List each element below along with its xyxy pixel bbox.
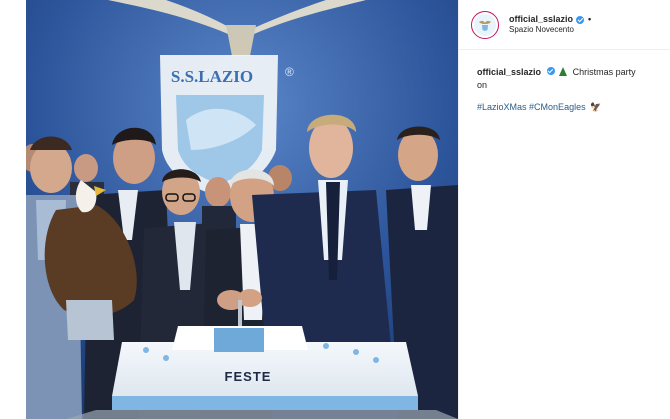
christmas-tree-icon [559, 67, 568, 76]
photo-scene: S.S.LAZIO ® FESTE [26, 0, 458, 419]
hashtags: #LazioXMas #CMonEagles 🦅 [459, 92, 670, 113]
post-photo[interactable]: S.S.LAZIO ® FESTE [26, 0, 458, 419]
location-link[interactable]: Spazio Novecento [509, 25, 591, 35]
post-sidebar: official_sslazio • Spazio Novecento offi… [458, 0, 670, 419]
verified-badge-icon [576, 15, 585, 24]
lazio-logo-icon [474, 13, 496, 36]
caption-text-part1: Christmas party [572, 67, 636, 77]
caption-username[interactable]: official_sslazio [477, 67, 541, 77]
post-header: official_sslazio • Spazio Novecento [459, 0, 670, 50]
logo-text: S.S.LAZIO [171, 67, 253, 86]
username-row: official_sslazio • [509, 14, 591, 25]
instagram-post-view: S.S.LAZIO ® FESTE official_sslazio • Spa… [0, 0, 670, 419]
cake-text: FESTE [225, 369, 272, 384]
hashtag-lazioxmas[interactable]: #LazioXMas [477, 102, 527, 112]
header-text: official_sslazio • Spazio Novecento [509, 14, 591, 35]
caption-text-part2: on [477, 80, 488, 91]
left-gutter [0, 0, 26, 419]
eagle-emoji-icon: 🦅 [590, 102, 602, 113]
avatar[interactable] [471, 10, 499, 39]
more-dot[interactable]: • [588, 14, 591, 25]
logo-registered: ® [285, 65, 294, 79]
post-caption: official_sslazio Christmas party on [459, 50, 670, 92]
hashtag-cmoneagles[interactable]: #CMonEagles [529, 102, 586, 112]
caption-verified-badge-icon [546, 67, 555, 75]
username-link[interactable]: official_sslazio [509, 14, 573, 25]
table-edge [66, 410, 458, 419]
